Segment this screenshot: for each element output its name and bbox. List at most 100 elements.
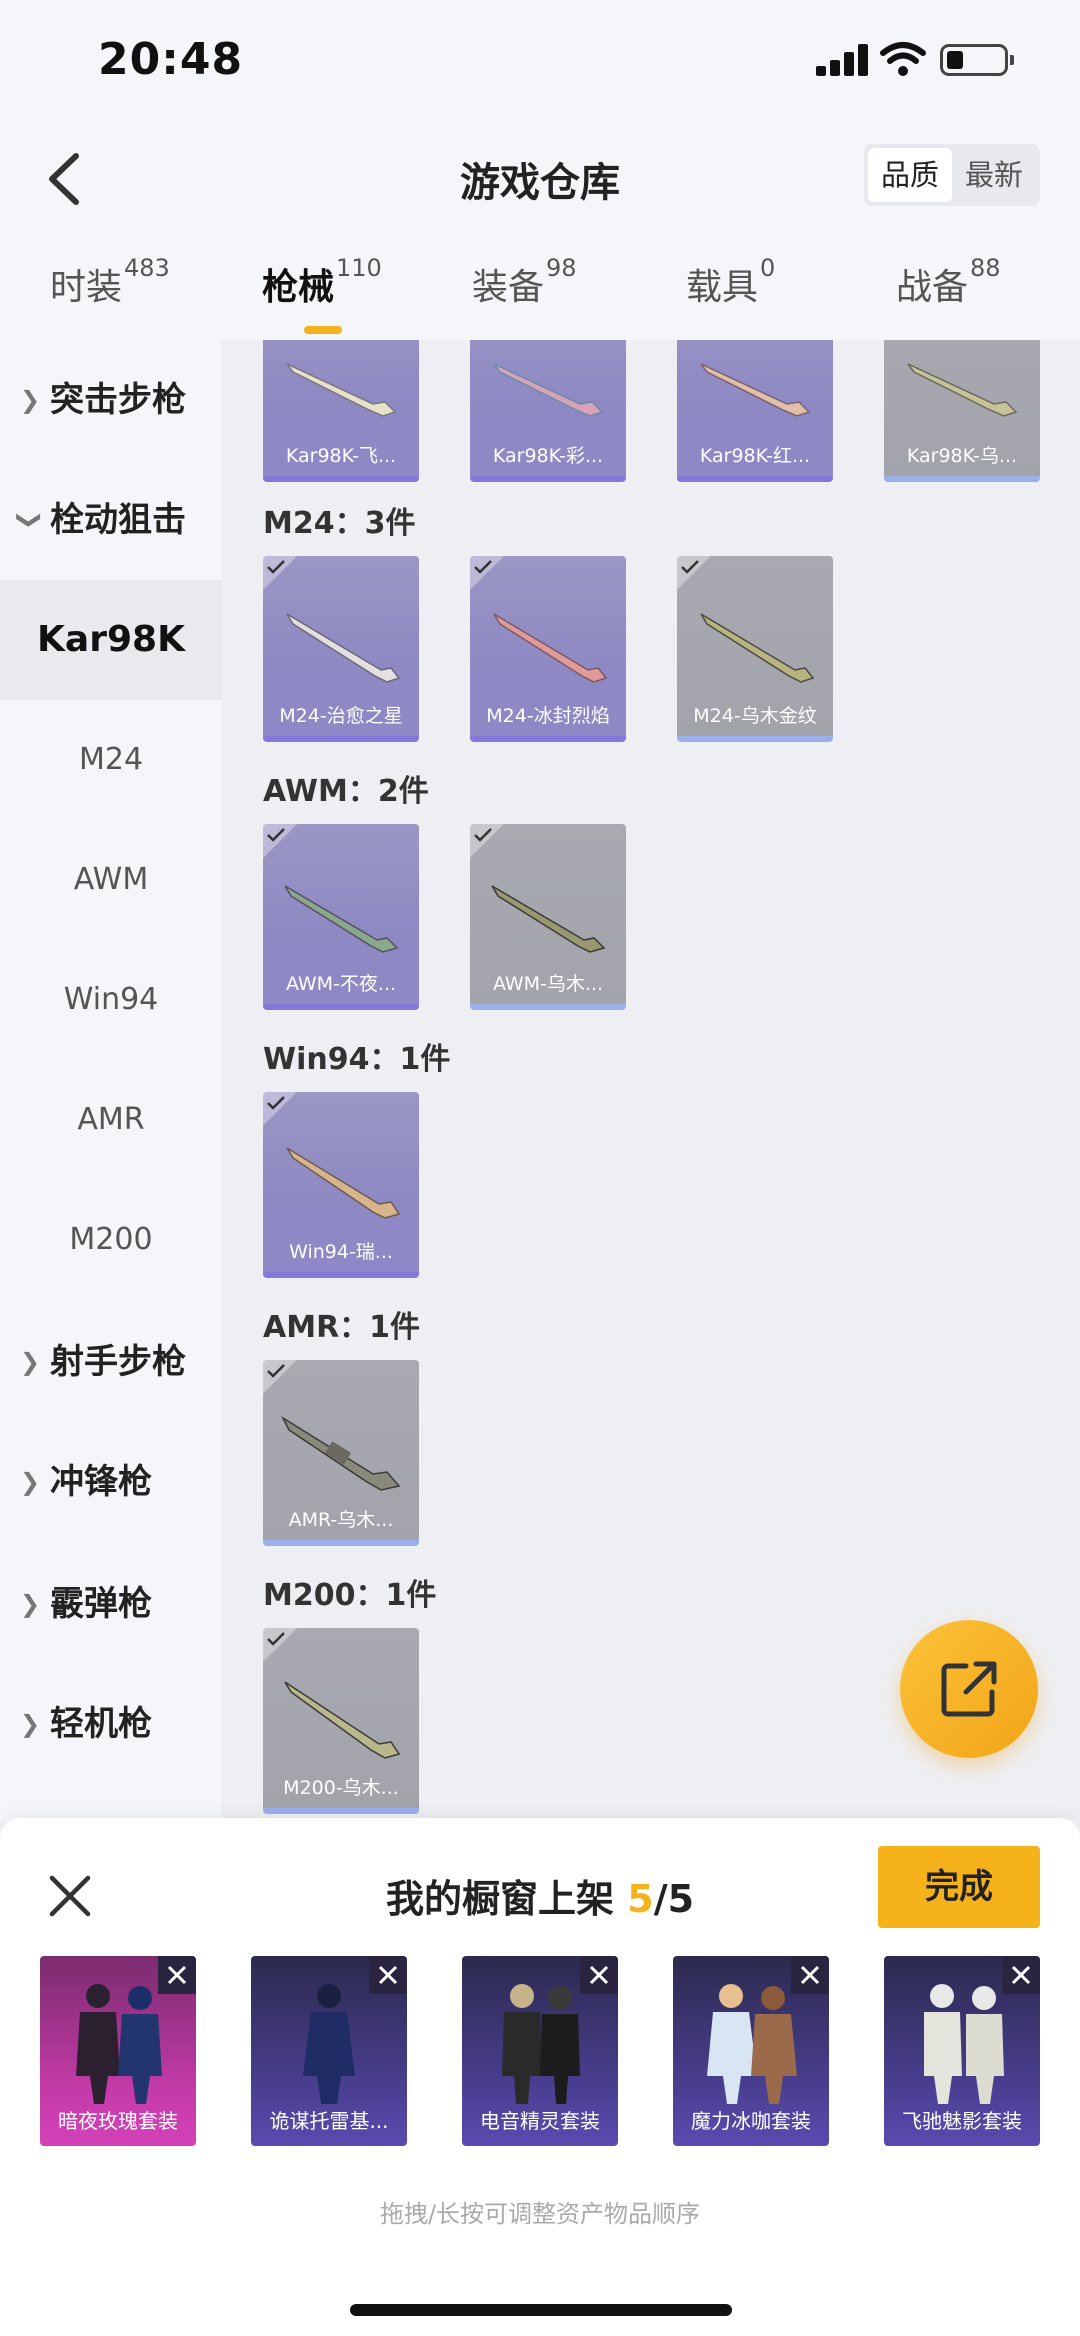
sidebar-item-label: Kar98K (37, 619, 185, 660)
showcase-item[interactable]: 飞驰魅影套装 (884, 1956, 1040, 2146)
tab-equipment[interactable]: 装备98 (472, 254, 577, 328)
chevron-right-icon: ❯ (20, 1710, 41, 1738)
sidebar-item-assault-rifle[interactable]: ❯ 突击步枪 (0, 340, 222, 460)
share-button[interactable] (900, 1620, 1038, 1758)
weapon-skin-card[interactable]: AWM-不夜... (263, 824, 419, 1010)
sniper-rifle-icon (700, 613, 815, 683)
sniper-rifle-icon (493, 363, 604, 417)
chevron-right-icon: ❯ (20, 1590, 41, 1618)
tab-label: 战备 (896, 267, 969, 308)
weapon-skin-name: AWM-乌木... (492, 973, 604, 995)
remove-item-button[interactable] (1002, 1956, 1040, 1994)
weapon-skin-card[interactable]: AWM-乌木... (470, 824, 626, 1010)
tab-label: 装备 (472, 267, 545, 308)
showcase-item[interactable]: 暗夜玫瑰套装 (40, 1956, 196, 2146)
sidebar-item-label: 射手步枪 (50, 1342, 186, 1382)
weapon-skin-card[interactable]: M200-乌木... (263, 1628, 419, 1814)
tab-label: 载具 (686, 267, 759, 308)
close-icon (378, 1965, 398, 1985)
sniper-rifle-icon (493, 613, 608, 683)
sidebar-item-amr[interactable]: AMR (0, 1060, 222, 1180)
sidebar-item-m200[interactable]: M200 (0, 1180, 222, 1300)
weapon-skin-card[interactable]: Kar98K-彩... (470, 340, 626, 482)
weapon-skin-card[interactable]: M24-治愈之星 (263, 556, 419, 742)
weapon-skin-name: AMR-乌木... (288, 1509, 394, 1531)
sidebar-item-m24[interactable]: M24 (0, 700, 222, 820)
weapon-skin-card[interactable]: AMR-乌木... (263, 1360, 419, 1546)
weapon-skin-card[interactable]: Kar98K-飞... (263, 340, 419, 482)
section-title-win94: Win94：1件 (263, 1042, 451, 1077)
tab-count: 98 (546, 254, 577, 282)
sidebar-item-bolt-sniper[interactable]: ❯ 栓动狙击 (0, 460, 222, 580)
showcase-item-name: 魔力冰咖套装 (691, 2109, 811, 2133)
outfit-figure-icon (502, 1984, 580, 2104)
sidebar-item-label: AWM (73, 862, 149, 897)
weapon-skin-name: Kar98K-彩... (492, 445, 604, 467)
tab-gear[interactable]: 战备88 (896, 254, 1001, 328)
close-icon (800, 1965, 820, 1985)
sniper-rifle-icon (700, 363, 811, 417)
weapon-skin-card[interactable]: Kar98K-乌... (884, 340, 1040, 482)
sort-toggle: 品质 最新 (864, 144, 1040, 206)
tab-label: 枪械 (262, 267, 335, 308)
sniper-rifle-icon (907, 363, 1018, 417)
section-title-m200: M200：1件 (263, 1578, 437, 1613)
remove-item-button[interactable] (369, 1956, 407, 1994)
battery-icon (940, 44, 1014, 76)
sidebar-item-label: 突击步枪 (50, 380, 186, 420)
sidebar-item-shotgun[interactable]: ❯ 霰弹枪 (0, 1544, 222, 1664)
anti-materiel-rifle-icon (281, 1415, 401, 1491)
sniper-rifle-icon (491, 885, 606, 953)
showcase-item-name: 飞驰魅影套装 (902, 2109, 1022, 2133)
sidebar-item-label: AMR (77, 1102, 145, 1137)
remove-item-button[interactable] (791, 1956, 829, 1994)
outfit-figure-icon (303, 1984, 355, 2104)
signal-icon (816, 44, 872, 76)
done-button[interactable]: 完成 (878, 1846, 1040, 1928)
tab-firearms[interactable]: 枪械110 (262, 254, 382, 334)
sort-newest-button[interactable]: 最新 (952, 148, 1036, 202)
weapon-grid: Kar98K-飞... Kar98K-彩... Kar98K-红... Kar9… (222, 340, 1080, 1820)
showcase-item[interactable]: 诡谋托雷基... (251, 1956, 407, 2146)
reorder-hint: 拖拽/长按可调整资产物品顺序 (379, 2200, 701, 2228)
sniper-rifle-icon (284, 885, 399, 953)
sidebar-item-smg[interactable]: ❯ 冲锋枪 (0, 1422, 222, 1542)
showcase-title-text: 我的橱窗上架 (385, 1877, 614, 1921)
weapon-skin-name: AWM-不夜... (285, 973, 397, 995)
clock: 20:48 (98, 34, 244, 85)
lever-rifle-icon (286, 1147, 401, 1219)
weapon-category-sidebar: ❯ 突击步枪 ❯ 栓动狙击 Kar98K M24 AWM Win94 AMR M20… (0, 340, 222, 1820)
home-indicator[interactable] (350, 2304, 732, 2316)
tab-vehicles[interactable]: 载具0 (686, 254, 775, 328)
sniper-rifle-icon (284, 1681, 401, 1759)
remove-item-button[interactable] (580, 1956, 618, 1994)
weapon-skin-card[interactable]: Kar98K-红... (677, 340, 833, 482)
sidebar-item-label: M200 (69, 1222, 153, 1257)
sidebar-item-marksman-rifle[interactable]: ❯ 射手步枪 (0, 1302, 222, 1422)
weapon-skin-name: Kar98K-红... (699, 445, 811, 467)
sidebar-item-lmg[interactable]: ❯ 轻机枪 (0, 1664, 222, 1784)
tab-count: 0 (760, 254, 776, 282)
sidebar-item-label: Win94 (63, 982, 159, 1017)
weapon-skin-card[interactable]: M24-冰封烈焰 (470, 556, 626, 742)
weapon-skin-name: Win94-瑞... (289, 1241, 393, 1263)
tab-label: 时装 (50, 267, 123, 308)
remove-item-button[interactable] (158, 1956, 196, 1994)
sidebar-item-kar98k[interactable]: Kar98K (0, 580, 222, 700)
weapon-skin-card[interactable]: Win94-瑞... (263, 1092, 419, 1278)
sidebar-item-label: 冲锋枪 (50, 1462, 152, 1502)
sort-quality-button[interactable]: 品质 (868, 148, 952, 202)
weapon-skin-name: M24-冰封烈焰 (486, 705, 610, 727)
showcase-item[interactable]: 电音精灵套装 (462, 1956, 618, 2146)
status-bar: 20:48 (0, 0, 1080, 120)
nav-header: 游戏仓库 品质 最新 (0, 120, 1080, 238)
share-icon (941, 1661, 997, 1717)
sidebar-item-win94[interactable]: Win94 (0, 940, 222, 1060)
close-icon (589, 1965, 609, 1985)
sidebar-item-awm[interactable]: AWM (0, 820, 222, 940)
showcase-item[interactable]: 魔力冰咖套装 (673, 1956, 829, 2146)
close-icon (1011, 1965, 1031, 1985)
category-tabs: 时装483 枪械110 装备98 载具0 战备88 (0, 238, 1080, 340)
tab-fashion[interactable]: 时装483 (50, 254, 170, 328)
weapon-skin-card[interactable]: M24-乌木金纹 (677, 556, 833, 742)
